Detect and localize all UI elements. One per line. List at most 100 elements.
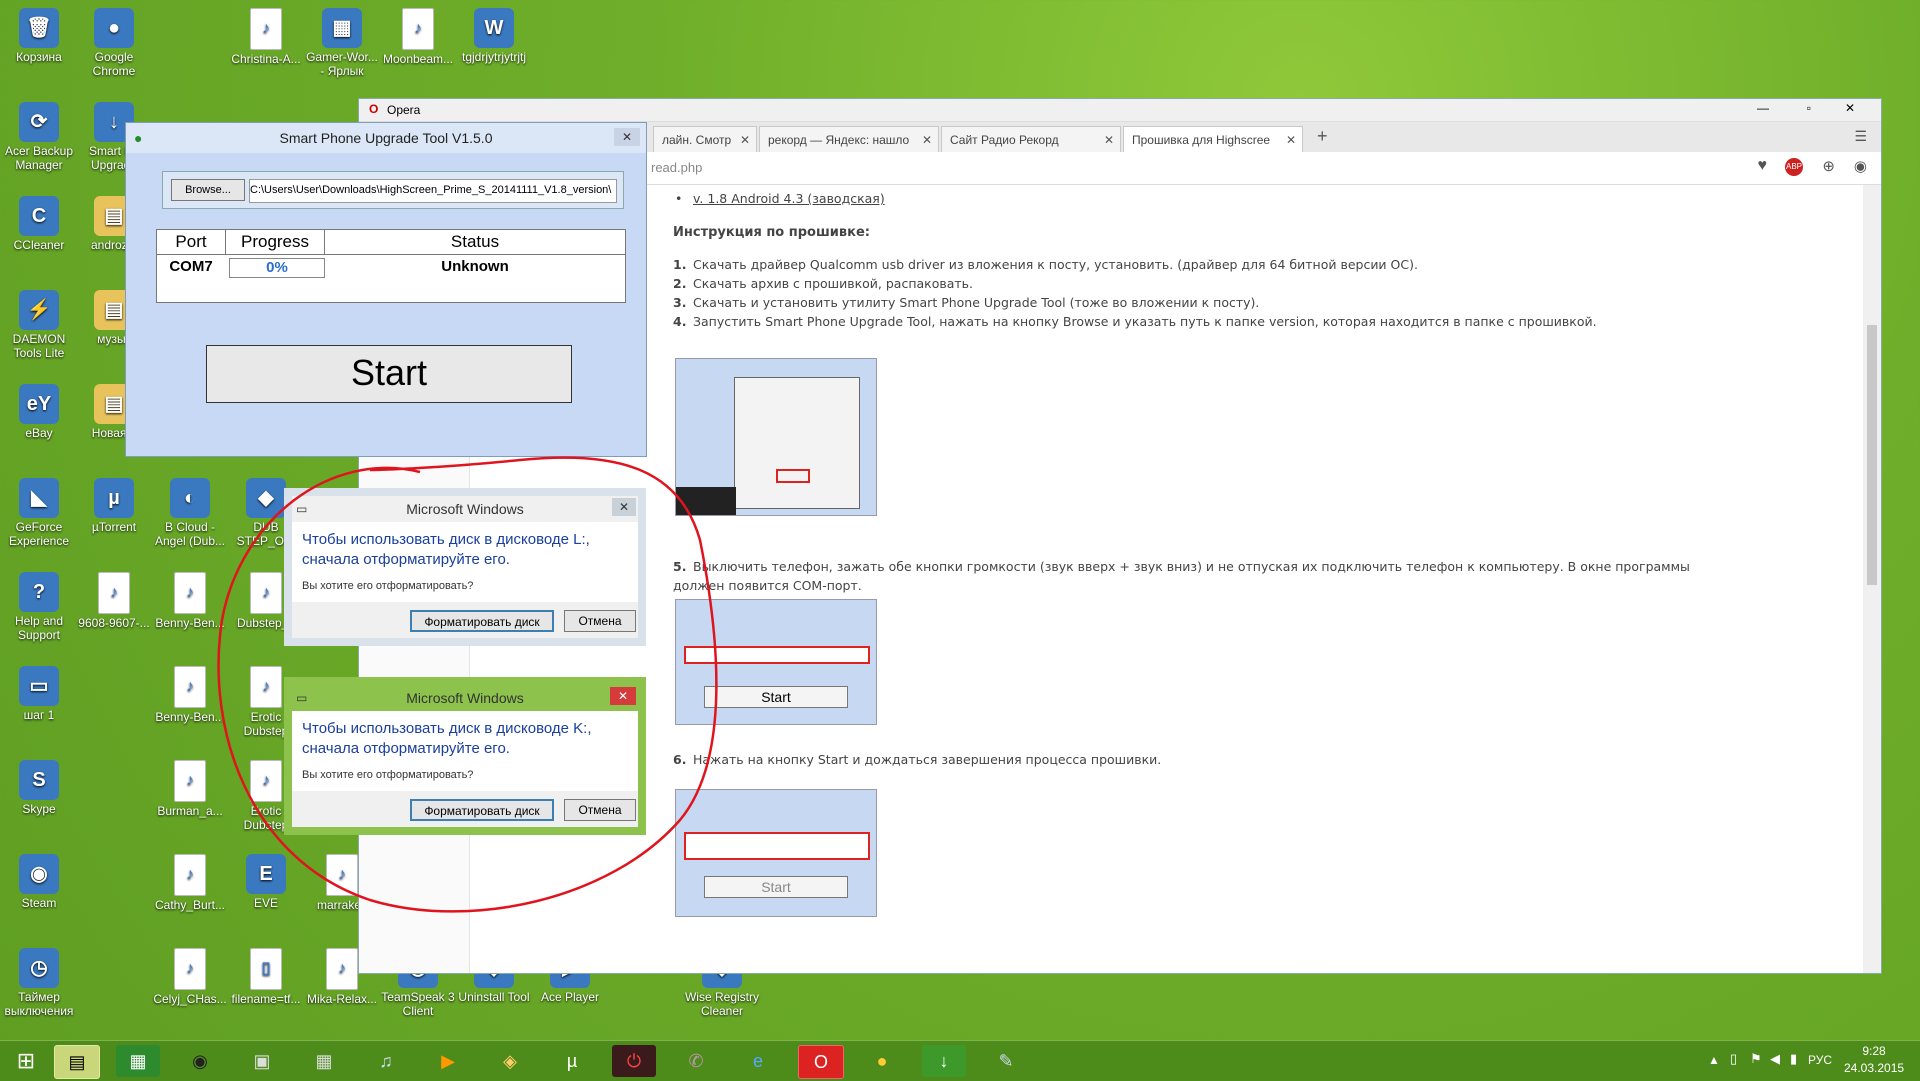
desktop-icon[interactable]: ♪ Christina-A... <box>227 8 305 66</box>
close-icon[interactable]: ✕ <box>1845 101 1855 115</box>
desktop-icon[interactable]: ◐ B Cloud - Angel (Dub... <box>151 478 229 548</box>
start-windows-icon[interactable]: ⊞ <box>4 1045 48 1077</box>
desktop-app-icon: ▯ <box>250 948 282 990</box>
tool-close-button[interactable]: ✕ <box>614 128 640 146</box>
ie-icon[interactable]: e <box>736 1045 780 1077</box>
desktop-icon[interactable]: eY eBay <box>0 384 78 440</box>
dialog-question: Вы хотите его отформатировать? <box>302 580 474 592</box>
desktop-icon[interactable]: ⚡ DAEMON Tools Lite <box>0 290 78 360</box>
desktop-icon-label: Gamer-Wor... - Ярлык <box>306 50 378 78</box>
desktop-icon[interactable]: ? Help and Support <box>0 572 78 642</box>
game-icon[interactable]: ◈ <box>488 1045 532 1077</box>
desktop-icon[interactable]: ◣ GeForce Experience <box>0 478 78 548</box>
desktop-icon[interactable]: ⟳ Acer Backup Manager <box>0 102 78 172</box>
close-tab-icon[interactable]: ✕ <box>922 127 932 152</box>
screenshot-thumb-3[interactable]: Start <box>675 789 877 917</box>
close-tab-icon[interactable]: ✕ <box>1104 127 1114 152</box>
tab-1[interactable]: лайн. Смотр ✕ <box>653 126 757 152</box>
taskbar: ⊞ ▤ ▦ ◉ ▣ ▦ ♫ ▶ ◈ µ ⏻ ✆ e O ● ↓ ✎ ▲ ▯ ⚑ … <box>0 1040 1920 1081</box>
chrome-icon[interactable]: ● <box>860 1045 904 1077</box>
desktop-app-icon: 🗑 <box>19 8 59 48</box>
dialog-question: Вы хотите его отформатировать? <box>302 769 474 781</box>
desktop-icon[interactable]: ♪ Cathy_Burt... <box>151 854 229 912</box>
version-link[interactable]: v. 1.8 Android 4.3 (заводская) <box>693 191 885 206</box>
close-tab-icon[interactable]: ✕ <box>1286 127 1296 152</box>
photo-icon[interactable]: ▣ <box>240 1045 284 1077</box>
dialog-drive-icon: ▭ <box>296 502 308 516</box>
desktop-icon[interactable]: ♪ Benny-Ben... <box>151 572 229 630</box>
desktop-icon-label: Christina-A... <box>231 52 301 66</box>
paint-icon[interactable]: ✎ <box>984 1045 1028 1077</box>
desktop-icon[interactable]: ♪ Moonbeam... <box>379 8 457 66</box>
desktop-icon[interactable]: ♪ Burman_a... <box>151 760 229 818</box>
viber-icon[interactable]: ✆ <box>674 1045 718 1077</box>
cancel-button[interactable]: Отмена <box>564 799 636 821</box>
desktop-icon[interactable]: Wtgjdrjytrjytrjtj <box>455 8 533 64</box>
desktop-icon[interactable]: ♪ Benny-Ben... <box>151 666 229 724</box>
tray-network-icon[interactable]: ▯ <box>1730 1051 1737 1067</box>
utorrent-icon[interactable]: µ <box>550 1045 594 1077</box>
desktop-app-icon: ▭ <box>19 666 59 706</box>
desktop-icon[interactable]: ♪ 9608-9607-... <box>75 572 153 630</box>
desktop-icon-label: Uninstall Tool <box>458 990 530 1004</box>
tray-volume-icon[interactable]: ◀ <box>1770 1051 1780 1067</box>
desktop-icon[interactable]: ♪ Celyj_CHas... <box>151 948 229 1006</box>
desktop-app-icon: ⚡ <box>19 290 59 330</box>
browse-button[interactable]: Browse... <box>171 179 245 201</box>
desktop-icon-label: Mika-Relax... <box>306 992 377 1006</box>
store-icon[interactable]: ▦ <box>116 1045 160 1077</box>
download-icon[interactable]: ⊕ <box>1822 157 1835 175</box>
format-disk-button[interactable]: Форматировать диск <box>410 610 554 632</box>
power-icon[interactable]: ⏻ <box>612 1045 656 1077</box>
media-icon[interactable]: ◉ <box>178 1045 222 1077</box>
tab-3[interactable]: Сайт Радио Рекорд ✕ <box>941 126 1121 152</box>
minimize-icon[interactable]: — <box>1757 101 1769 115</box>
close-tab-icon[interactable]: ✕ <box>740 127 750 152</box>
maximize-icon[interactable]: ▫ <box>1807 101 1811 115</box>
screenshot-thumb-2[interactable]: Start <box>675 599 877 725</box>
desktop-icon[interactable]: ▭ шаг 1 <box>0 666 78 722</box>
video-icon[interactable]: ▶ <box>426 1045 470 1077</box>
download-tool-icon[interactable]: ↓ <box>922 1045 966 1077</box>
tray-signal-icon[interactable]: ▮ <box>1790 1051 1797 1067</box>
account-icon[interactable]: ◉ <box>1854 157 1867 175</box>
desktop-icon[interactable]: µ µTorrent <box>75 478 153 534</box>
dialog-message: Чтобы использовать диск в дисководе L:, … <box>302 531 590 568</box>
new-tab-icon[interactable]: + <box>1317 126 1328 147</box>
heart-icon[interactable]: ♥ <box>1758 157 1768 175</box>
desktop-icon-label: tgjdrjytrjytrjtj <box>461 50 526 64</box>
scrollbar-thumb[interactable] <box>1867 325 1877 585</box>
tab-menu-icon[interactable]: ☰ <box>1854 128 1867 145</box>
desktop-icon[interactable]: 🗑 Корзина <box>0 8 78 64</box>
start-button[interactable]: Start <box>206 345 572 403</box>
screenshot-thumb-1[interactable] <box>675 358 877 516</box>
desktop-icon[interactable]: E EVE <box>227 854 305 910</box>
tab-4[interactable]: Прошивка для Highscree ✕ <box>1123 126 1303 152</box>
format-disk-button[interactable]: Форматировать диск <box>410 799 554 821</box>
cancel-button[interactable]: Отмена <box>564 610 636 632</box>
tool-icon[interactable]: ▦ <box>302 1045 346 1077</box>
tray-flag-icon[interactable]: ⚑ <box>1750 1051 1762 1067</box>
tray-language[interactable]: РУС <box>1808 1053 1832 1067</box>
tray-date[interactable]: 24.03.2015 <box>1844 1061 1904 1075</box>
opera-icon[interactable]: O <box>798 1045 844 1079</box>
desktop-icon[interactable]: C CCleaner <box>0 196 78 252</box>
desktop-icon[interactable]: S Skype <box>0 760 78 816</box>
desktop-icon[interactable]: ▦ Gamer-Wor... - Ярлык <box>303 8 381 78</box>
desktop-icon[interactable]: ◷ Таймер выключения <box>0 948 78 1018</box>
desktop-icon[interactable]: ● Google Chrome <box>75 8 153 78</box>
desktop-app-icon: ♪ <box>174 760 206 802</box>
path-field[interactable]: C:\Users\User\Downloads\HighScreen_Prime… <box>249 179 617 203</box>
tab-2[interactable]: рекорд — Яндекс: нашло ✕ <box>759 126 939 152</box>
audio-icon[interactable]: ♫ <box>364 1045 408 1077</box>
explorer-icon[interactable]: ▤ <box>54 1045 100 1079</box>
dialog-close-button[interactable]: ✕ <box>610 687 636 705</box>
tray-arrow-icon[interactable]: ▲ <box>1708 1053 1720 1067</box>
tray-time[interactable]: 9:28 <box>1844 1044 1904 1058</box>
desktop-icon[interactable]: ◉ Steam <box>0 854 78 910</box>
desktop-icon[interactable]: ▯ filename=tf... <box>227 948 305 1006</box>
scrollbar[interactable] <box>1863 185 1881 973</box>
step-number: 4. <box>673 314 687 329</box>
dialog-close-button[interactable]: ✕ <box>612 498 636 516</box>
adblock-icon[interactable]: ABP <box>1785 158 1803 176</box>
